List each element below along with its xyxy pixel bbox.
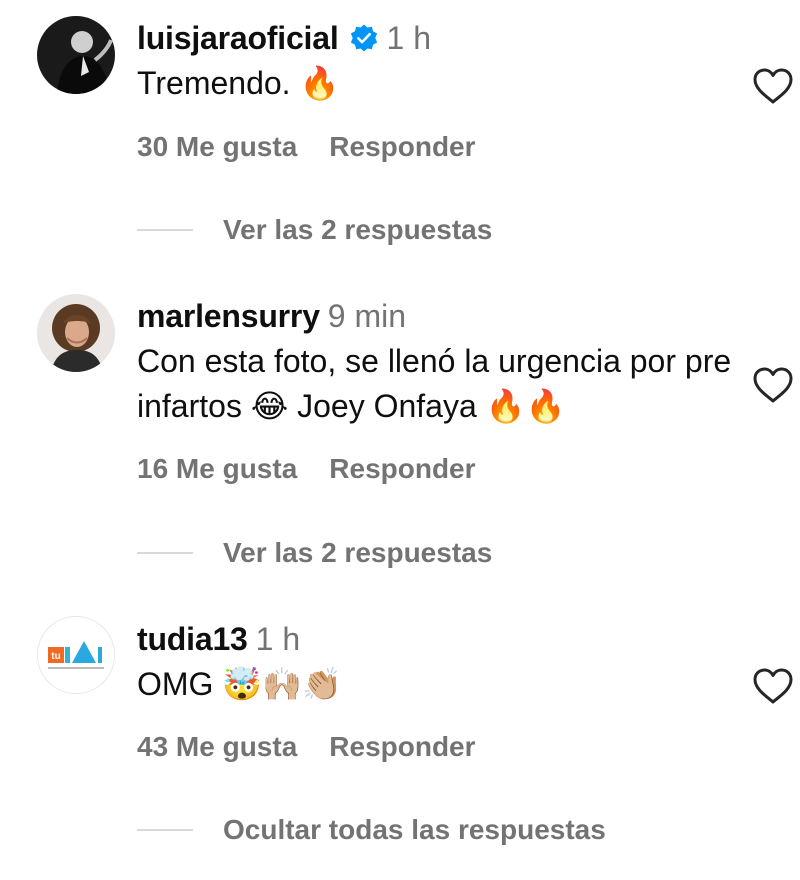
- likes-count[interactable]: 30 Me gusta: [137, 131, 297, 163]
- like-heart-icon[interactable]: [752, 366, 794, 404]
- like-heart-icon[interactable]: [752, 67, 794, 105]
- comment-text-content: OMG 🤯🙌🏼👏🏼: [137, 666, 342, 702]
- comment-text: Con esta foto, se llenó la urgencia por …: [137, 339, 737, 429]
- timestamp: 1 h: [386, 20, 432, 56]
- hide-replies-label: Ocultar todas las respuestas: [223, 814, 606, 845]
- avatar[interactable]: [37, 16, 115, 94]
- view-replies-label: Ver las 2 respuestas: [223, 214, 493, 245]
- reply-button[interactable]: Responder: [329, 453, 475, 485]
- comment-text-content: Con esta foto, se llenó la urgencia por …: [137, 343, 732, 424]
- view-replies-label: Ver las 2 respuestas: [223, 537, 493, 568]
- comment-meta: 43 Me gusta Responder: [137, 731, 476, 763]
- username[interactable]: marlensurry: [137, 297, 320, 335]
- comment-header: luisjaraoficial 1 h: [137, 19, 431, 57]
- comment-text: Tremendo. 🔥: [137, 61, 737, 106]
- view-replies-button[interactable]: Ver las 2 respuestas: [137, 214, 492, 246]
- reply-button[interactable]: Responder: [329, 731, 475, 763]
- like-heart-icon[interactable]: [752, 667, 794, 705]
- reply-button[interactable]: Responder: [329, 131, 475, 163]
- replies-divider: [137, 829, 193, 831]
- comment-text: OMG 🤯🙌🏼👏🏼: [137, 662, 737, 707]
- comment-header: marlensurry 9 min: [137, 297, 406, 335]
- timestamp: 9 min: [327, 298, 407, 334]
- timestamp: 1 h: [255, 621, 301, 657]
- verified-badge-icon: [349, 23, 379, 53]
- avatar[interactable]: [37, 294, 115, 372]
- likes-count[interactable]: 43 Me gusta: [137, 731, 297, 763]
- comment-header: tudia13 1 h: [137, 620, 300, 658]
- replies-divider: [137, 552, 193, 554]
- avatar-logo-tu: tu: [51, 651, 60, 662]
- username[interactable]: luisjaraoficial: [137, 19, 339, 57]
- hide-replies-button[interactable]: Ocultar todas las respuestas: [137, 814, 606, 846]
- replies-divider: [137, 229, 193, 231]
- likes-count[interactable]: 16 Me gusta: [137, 453, 297, 485]
- comment-meta: 16 Me gusta Responder: [137, 453, 476, 485]
- avatar[interactable]: tu: [37, 616, 115, 694]
- comment-meta: 30 Me gusta Responder: [137, 131, 476, 163]
- view-replies-button[interactable]: Ver las 2 respuestas: [137, 537, 492, 569]
- comment-text-content: Tremendo. 🔥: [137, 65, 340, 101]
- username[interactable]: tudia13: [137, 620, 248, 658]
